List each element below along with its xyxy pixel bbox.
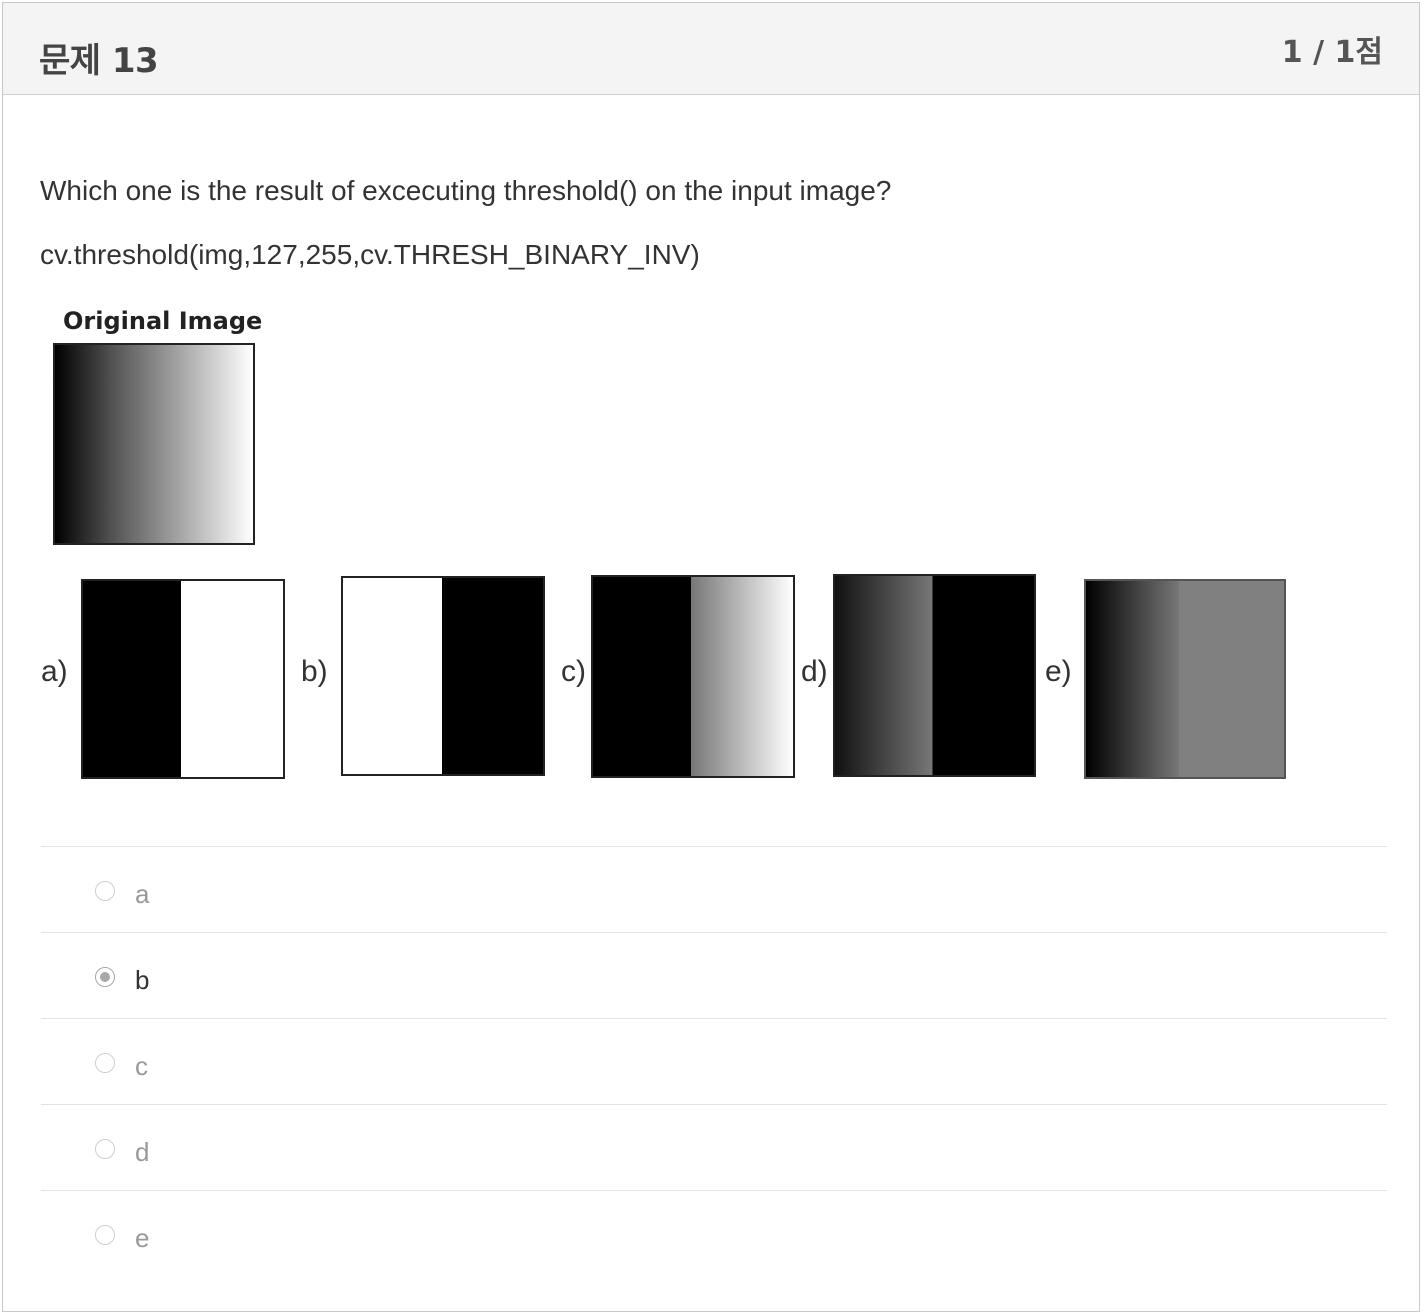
choice-label: c xyxy=(135,1051,148,1081)
answer-choices: a b c d e xyxy=(41,846,1387,1276)
choice-d[interactable]: d xyxy=(41,1104,1387,1190)
option-image-d xyxy=(833,574,1036,777)
radio-button[interactable] xyxy=(95,1225,115,1245)
choice-e[interactable]: e xyxy=(41,1190,1387,1276)
original-image-label: Original Image xyxy=(63,307,263,335)
choice-label: a xyxy=(135,879,150,909)
choice-b[interactable]: b xyxy=(41,932,1387,1018)
question-text: Which one is the result of excecuting th… xyxy=(40,175,892,206)
option-image-a xyxy=(81,579,285,779)
question-header: 문제 13 1 / 1점 xyxy=(3,3,1419,95)
question-card: 문제 13 1 / 1점 Which one is the result of … xyxy=(2,2,1420,1312)
option-image-b xyxy=(341,576,545,776)
option-image-e xyxy=(1084,579,1286,779)
original-image xyxy=(53,343,255,545)
figure-label-e: e) xyxy=(1045,655,1072,688)
figure-label-d: d) xyxy=(801,655,828,688)
radio-button[interactable] xyxy=(95,881,115,901)
figure-label-a: a) xyxy=(41,655,68,688)
figure-label-b: b) xyxy=(301,655,328,688)
question-title: 문제 13 xyxy=(39,41,159,81)
figure-label-c: c) xyxy=(561,655,586,688)
choice-c[interactable]: c xyxy=(41,1018,1387,1104)
question-score: 1 / 1점 xyxy=(1281,35,1383,70)
radio-button[interactable] xyxy=(95,967,115,987)
question-code: cv.threshold(img,127,255,cv.THRESH_BINAR… xyxy=(40,239,700,270)
choice-a[interactable]: a xyxy=(41,846,1387,932)
choice-label: d xyxy=(135,1137,150,1167)
choice-label: e xyxy=(135,1223,150,1253)
option-image-c xyxy=(591,575,795,778)
radio-button[interactable] xyxy=(95,1139,115,1159)
choice-label: b xyxy=(135,965,150,995)
radio-button[interactable] xyxy=(95,1053,115,1073)
